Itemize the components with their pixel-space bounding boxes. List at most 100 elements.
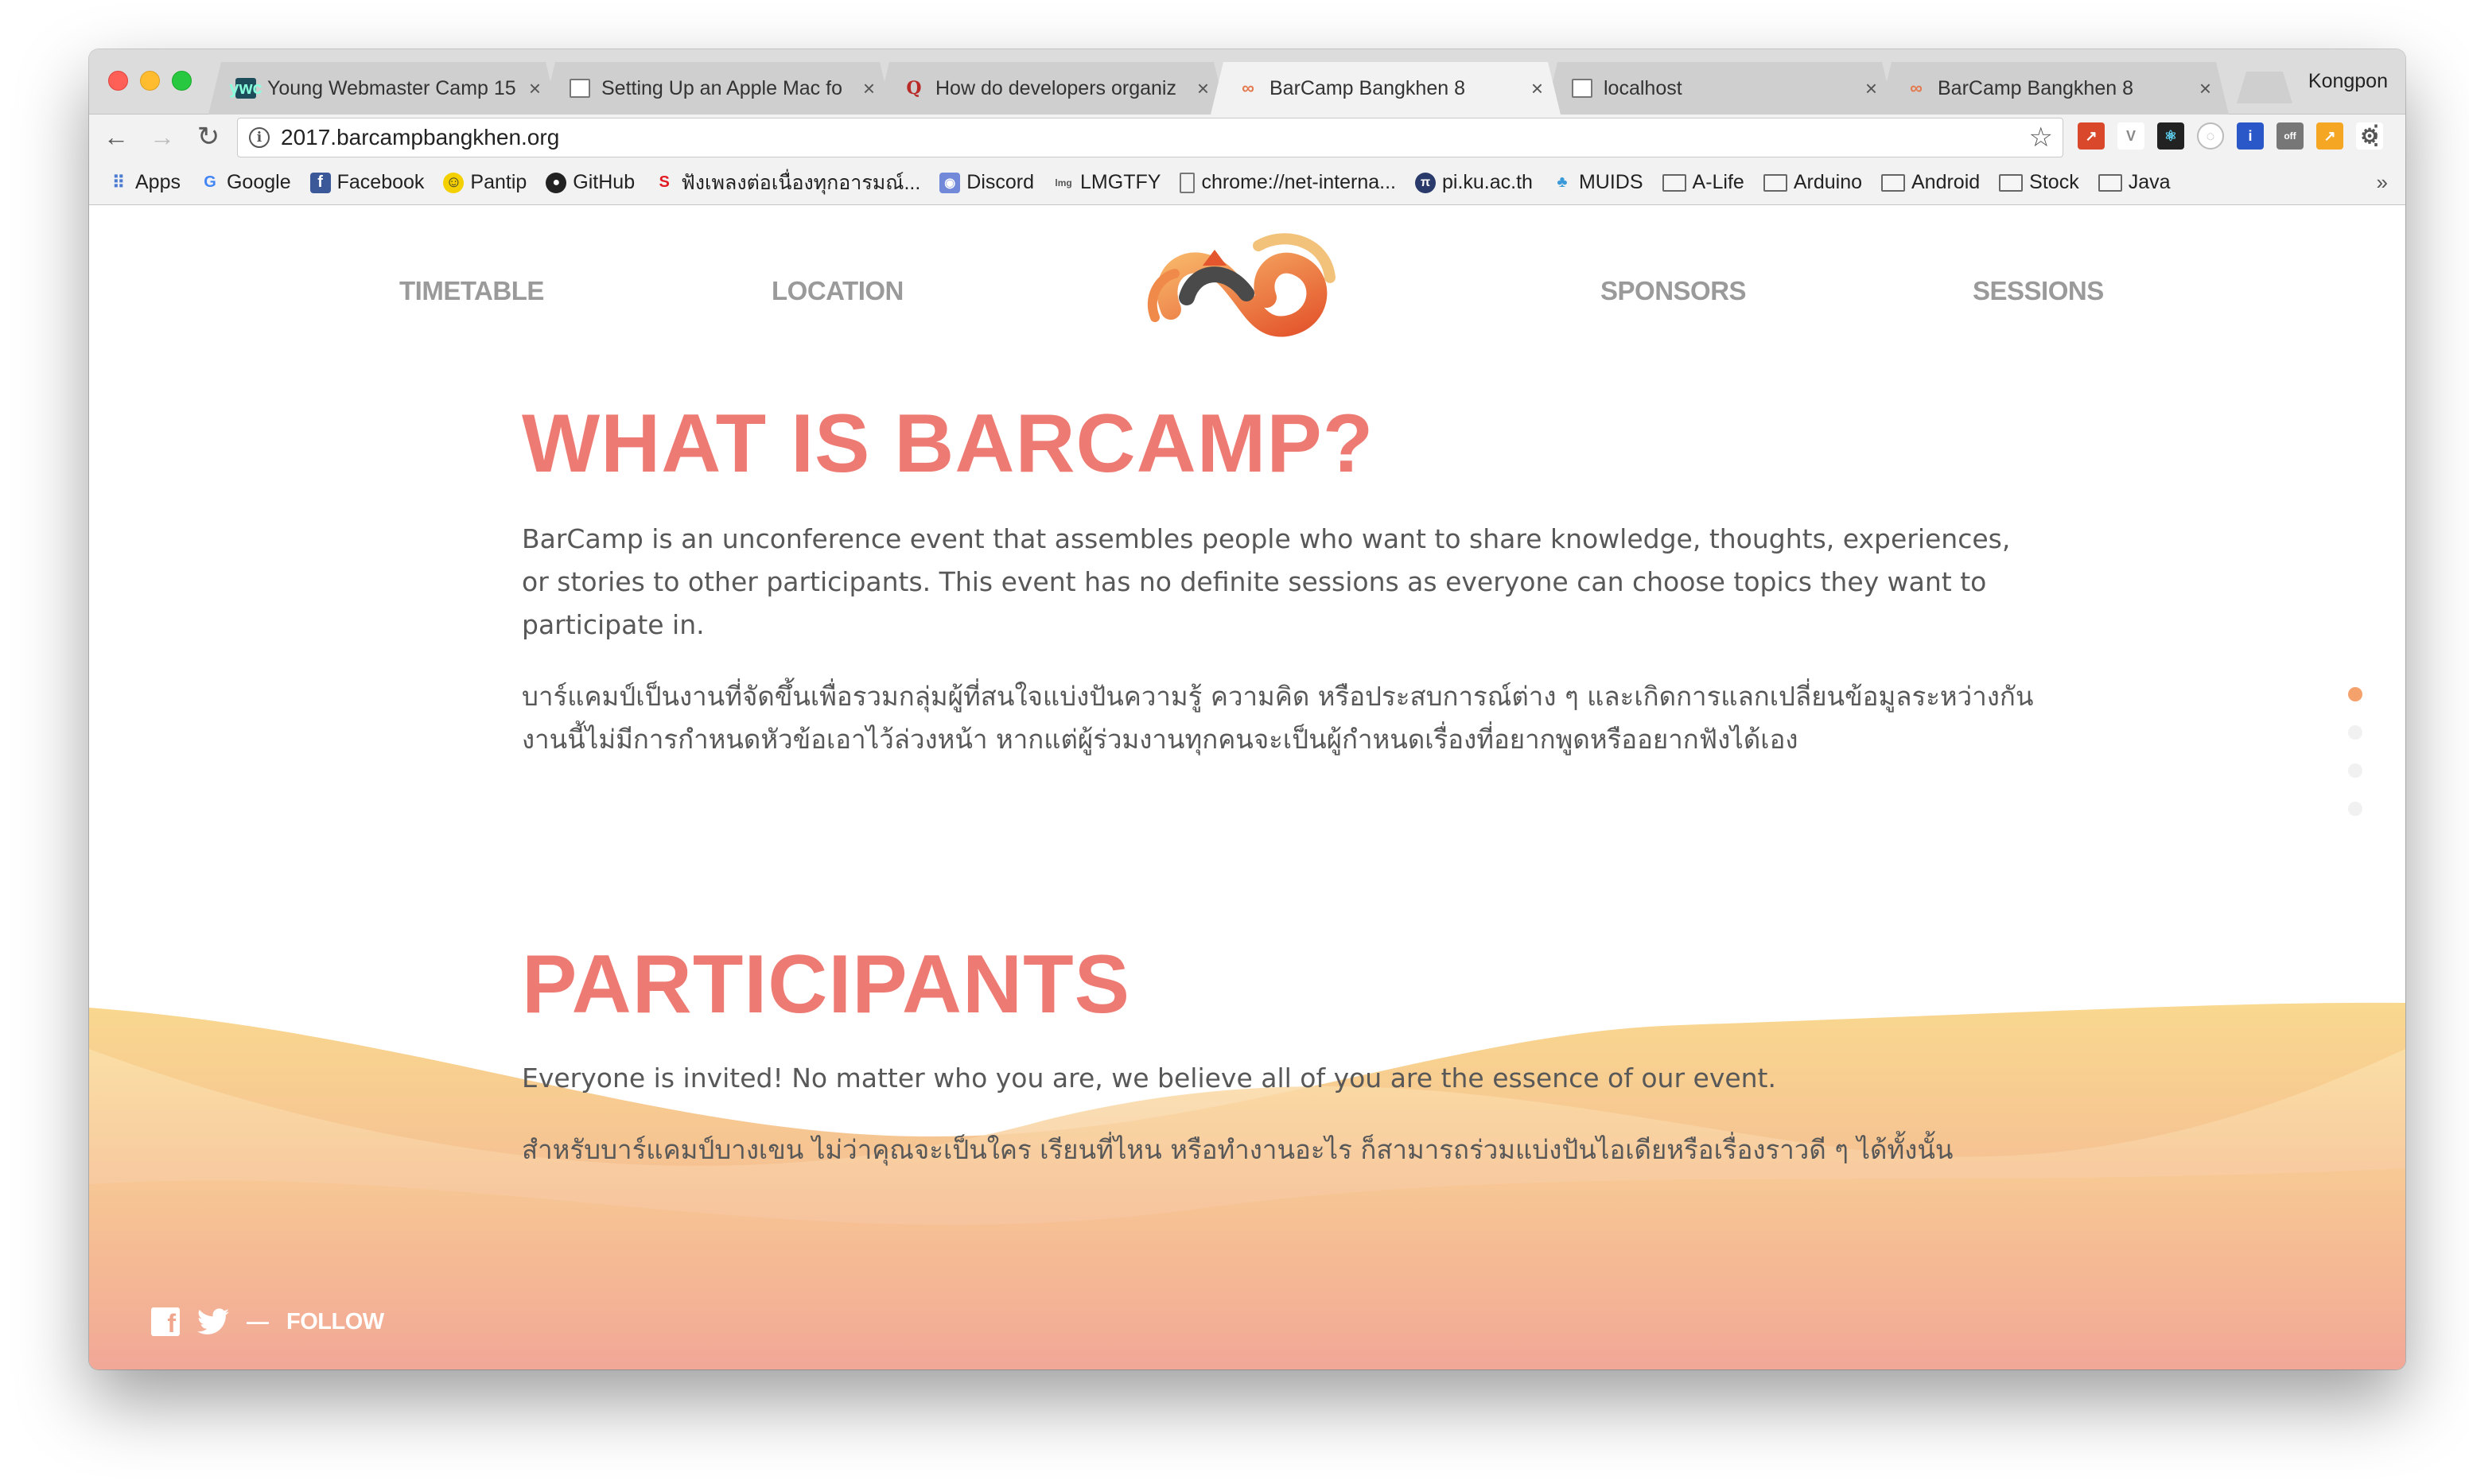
tab-setting-up-mac[interactable]: Setting Up an Apple Mac fo × — [542, 62, 892, 115]
bookmark-folder-android[interactable]: Android — [1881, 171, 1980, 194]
bookmark-label: Discord — [966, 171, 1035, 193]
document-icon — [1572, 79, 1592, 98]
tab-young-webmaster-camp[interactable]: ywc Young Webmaster Camp 15 × — [208, 62, 558, 115]
bookmark-discord[interactable]: ◉ Discord — [939, 171, 1034, 194]
bookmarks-overflow-icon[interactable]: » — [2377, 170, 2388, 195]
bookmark-folder-a-life[interactable]: A-Life — [1662, 171, 1744, 194]
bookmarks-bar: ⠿ Apps G Google f Facebook ☺ Pantip ● Gi… — [89, 161, 2405, 205]
what-is-barcamp-heading: WHAT IS BARCAMP? — [522, 398, 1374, 490]
twitter-icon[interactable] — [197, 1308, 229, 1335]
folder-icon — [1999, 173, 2024, 192]
bookmark-google[interactable]: G Google — [200, 171, 291, 194]
section-dot[interactable] — [2348, 763, 2362, 778]
close-window-button[interactable] — [108, 71, 128, 91]
back-arrow-icon[interactable]: ← — [100, 121, 132, 153]
extension-red-icon[interactable]: ↗ — [2078, 122, 2105, 150]
bookmark-lmgtfy[interactable]: lmg LMGTFY — [1053, 171, 1161, 194]
bookmark-apps[interactable]: ⠿ Apps — [108, 171, 181, 194]
extensions-area: ↗ V ⚛ ◌ i off ↗ ⚙ — [2078, 122, 2383, 150]
tab-localhost[interactable]: localhost × — [1545, 62, 1895, 115]
react-devtools-icon[interactable]: ⚛ — [2157, 122, 2184, 150]
folder-icon — [1763, 173, 1787, 192]
follow-label[interactable]: FOLLOW — [286, 1309, 384, 1335]
tab-title: How do developers organiz — [935, 76, 1176, 99]
info-icon[interactable]: i — [249, 127, 270, 148]
close-tab-icon[interactable]: × — [1197, 76, 1209, 101]
close-tab-icon[interactable]: × — [1865, 76, 1877, 101]
tab-title: localhost — [1604, 76, 1682, 99]
lmgtfy-icon: lmg — [1055, 177, 1072, 188]
barcamp-favicon-icon: ∞ — [1910, 78, 1923, 98]
close-tab-icon[interactable]: × — [529, 76, 541, 101]
section-dot-active[interactable] — [2348, 687, 2362, 701]
tab-quora[interactable]: Q How do developers organiz × — [877, 62, 1227, 115]
section-dot[interactable] — [2348, 802, 2362, 816]
browser-menu-icon[interactable]: ⋮ — [2362, 118, 2389, 153]
github-icon: ● — [546, 172, 567, 193]
barcamp-logo[interactable] — [1139, 222, 1346, 357]
forward-arrow-icon[interactable]: → — [146, 121, 178, 153]
discord-icon: ◉ — [939, 172, 961, 193]
folder-icon — [2098, 173, 2122, 192]
close-tab-icon[interactable]: × — [2199, 76, 2211, 101]
nav-location[interactable]: LOCATION — [772, 276, 904, 306]
facebook-icon[interactable]: f — [151, 1307, 180, 1336]
extension-blue-icon[interactable]: i — [2237, 122, 2264, 150]
reload-icon[interactable]: ↻ — [192, 121, 224, 153]
new-tab-button[interactable] — [2237, 72, 2292, 103]
browser-toolbar: ← → ↻ i 2017.barcampbangkhen.org ☆ ↗ V ⚛… — [89, 115, 2405, 161]
bookmark-label: GitHub — [573, 171, 636, 193]
bookmark-facebook[interactable]: f Facebook — [309, 171, 425, 194]
address-bar[interactable]: i 2017.barcampbangkhen.org ☆ — [237, 118, 2063, 157]
extension-v-icon[interactable]: V — [2117, 122, 2144, 150]
nav-sessions[interactable]: SESSIONS — [1973, 276, 2104, 306]
bookmark-label: LMGTFY — [1080, 171, 1161, 193]
nav-sponsors[interactable]: SPONSORS — [1600, 276, 1747, 306]
bookmark-label: A-Life — [1692, 171, 1744, 193]
bookmark-folder-arduino[interactable]: Arduino — [1763, 171, 1862, 194]
profile-name[interactable]: Kongpon — [2308, 70, 2388, 93]
bookmark-chrome-net-internals[interactable]: chrome://net-interna... — [1180, 171, 1396, 194]
pantip-icon: ☺ — [443, 172, 465, 193]
bookmark-label: Arduino — [1793, 171, 1862, 193]
bookmark-pantip[interactable]: ☺ Pantip — [443, 171, 527, 194]
folder-icon — [1662, 173, 1686, 192]
extension-circle-icon[interactable]: ◌ — [2197, 122, 2224, 150]
follow-footer: f — FOLLOW — [151, 1307, 384, 1336]
barcamp-favicon-icon: ∞ — [1242, 78, 1254, 98]
tab-barcamp-active[interactable]: ∞ BarCamp Bangkhen 8 × — [1211, 62, 1561, 115]
bookmark-star-icon[interactable]: ☆ — [2029, 122, 2053, 153]
bookmark-label: Stock — [2029, 171, 2079, 193]
tab-strip: ywc Young Webmaster Camp 15 × Setting Up… — [89, 49, 2405, 115]
close-tab-icon[interactable]: × — [1531, 76, 1543, 101]
bookmark-label: Facebook — [336, 171, 425, 193]
bookmark-label: Google — [226, 171, 291, 193]
tab-barcamp-2[interactable]: ∞ BarCamp Bangkhen 8 × — [1879, 62, 2229, 115]
bookmark-label: pi.ku.ac.th — [1442, 171, 1533, 193]
extension-chart-icon[interactable]: ↗ — [2316, 122, 2343, 150]
bookmark-label: chrome://net-interna... — [1201, 171, 1396, 193]
participants-heading: PARTICIPANTS — [522, 938, 1131, 1031]
bookmark-folder-java[interactable]: Java — [2098, 171, 2171, 194]
minimize-window-button[interactable] — [140, 71, 160, 91]
section-dot[interactable] — [2348, 725, 2362, 740]
close-tab-icon[interactable]: × — [863, 76, 875, 101]
bookmark-label: Android — [1911, 171, 1981, 193]
quora-icon: Q — [906, 78, 922, 99]
tab-title: BarCamp Bangkhen 8 — [1938, 76, 2133, 99]
bookmark-folder-stock[interactable]: Stock — [1999, 171, 2079, 194]
bookmark-muids[interactable]: ♣ MUIDS — [1552, 171, 1643, 194]
bookmark-thai-music[interactable]: S ฟังเพลงต่อเนื่องทุกอารมณ์... — [654, 167, 920, 199]
bookmark-label: MUIDS — [1578, 171, 1643, 193]
facebook-icon: f — [309, 172, 331, 193]
what-is-barcamp-body-th: บาร์แคมป์เป็นงานที่จัดขึ้นเพื่อรวมกลุ่มผ… — [522, 681, 2034, 755]
ywc-favicon-icon: ywc — [229, 78, 262, 98]
tab-title: Young Webmaster Camp 15 — [267, 76, 516, 99]
bookmark-pi-ku[interactable]: π pi.ku.ac.th — [1415, 171, 1533, 194]
nav-timetable[interactable]: TIMETABLE — [399, 276, 544, 306]
url-text[interactable]: 2017.barcampbangkhen.org — [281, 125, 559, 150]
extension-off-icon[interactable]: off — [2277, 122, 2304, 150]
bookmark-label: Pantip — [470, 171, 527, 193]
bookmark-github[interactable]: ● GitHub — [546, 171, 635, 194]
zoom-window-button[interactable] — [172, 71, 192, 91]
